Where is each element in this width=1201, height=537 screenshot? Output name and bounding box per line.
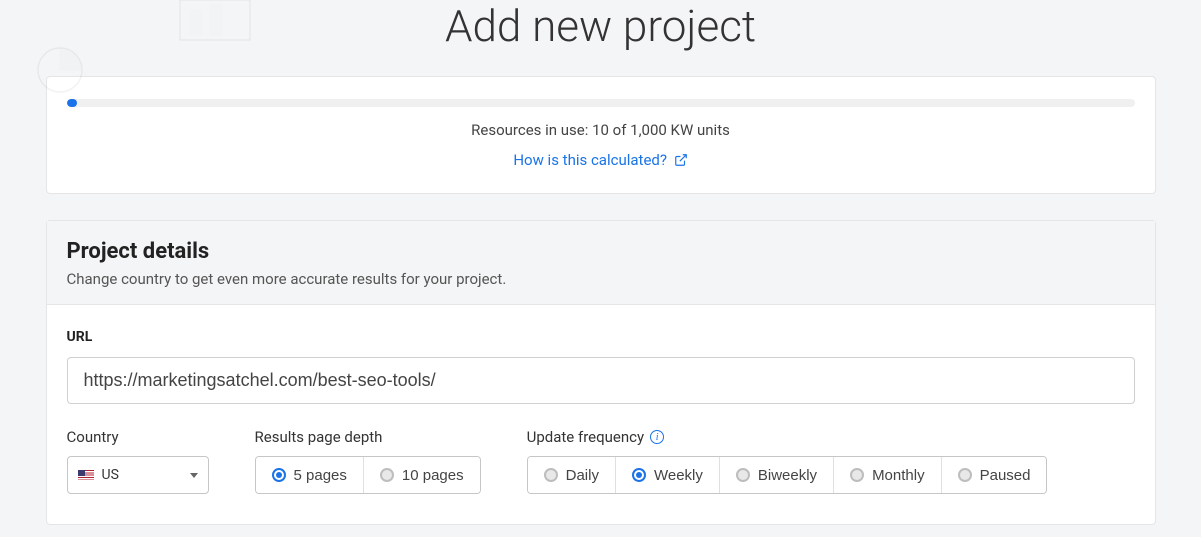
chevron-down-icon bbox=[190, 473, 198, 478]
frequency-option-label: Weekly bbox=[654, 467, 703, 484]
project-details-header: Project details Change country to get ev… bbox=[47, 221, 1155, 305]
depth-option-5-pages[interactable]: 5 pages bbox=[256, 457, 363, 493]
depth-option-10-pages[interactable]: 10 pages bbox=[363, 457, 480, 493]
project-details-subtitle: Change country to get even more accurate… bbox=[67, 270, 1135, 288]
depth-group: 5 pages 10 pages bbox=[255, 456, 481, 494]
us-flag-icon bbox=[78, 470, 94, 481]
page-title: Add new project bbox=[0, 0, 1201, 52]
country-select[interactable]: US bbox=[67, 456, 209, 494]
frequency-option-label: Monthly bbox=[872, 467, 925, 484]
frequency-option-label: Daily bbox=[566, 467, 599, 484]
url-input[interactable] bbox=[67, 357, 1135, 404]
depth-option-label: 10 pages bbox=[402, 467, 464, 484]
how-calculated-link[interactable]: How is this calculated? bbox=[67, 151, 1135, 169]
project-details-card: Project details Change country to get ev… bbox=[46, 220, 1156, 525]
country-selected-value: US bbox=[102, 467, 119, 483]
external-link-icon bbox=[674, 153, 688, 167]
frequency-option-weekly[interactable]: Weekly bbox=[615, 457, 719, 493]
url-label: URL bbox=[67, 329, 1135, 345]
frequency-option-monthly[interactable]: Monthly bbox=[833, 457, 941, 493]
frequency-option-label: Paused bbox=[980, 467, 1031, 484]
progress-fill bbox=[67, 99, 78, 107]
radio-icon bbox=[736, 468, 750, 482]
frequency-option-label: Biweekly bbox=[758, 467, 817, 484]
how-calculated-label: How is this calculated? bbox=[513, 151, 667, 169]
resources-usage-text: Resources in use: 10 of 1,000 KW units bbox=[67, 121, 1135, 139]
progress-bar bbox=[67, 99, 1135, 107]
radio-icon bbox=[380, 468, 394, 482]
depth-option-label: 5 pages bbox=[294, 467, 347, 484]
frequency-label: Update frequency bbox=[527, 428, 644, 446]
resources-card: Resources in use: 10 of 1,000 KW units H… bbox=[46, 76, 1156, 194]
project-details-title: Project details bbox=[67, 239, 1135, 264]
depth-label: Results page depth bbox=[255, 428, 481, 446]
radio-icon bbox=[544, 468, 558, 482]
radio-icon bbox=[632, 468, 646, 482]
frequency-option-daily[interactable]: Daily bbox=[528, 457, 615, 493]
country-label: Country bbox=[67, 428, 209, 446]
radio-icon bbox=[958, 468, 972, 482]
radio-icon bbox=[850, 468, 864, 482]
radio-icon bbox=[272, 468, 286, 482]
info-icon[interactable]: i bbox=[650, 430, 664, 444]
frequency-group: Daily Weekly Biweekly Monthly bbox=[527, 456, 1048, 494]
frequency-option-paused[interactable]: Paused bbox=[941, 457, 1047, 493]
frequency-option-biweekly[interactable]: Biweekly bbox=[719, 457, 833, 493]
